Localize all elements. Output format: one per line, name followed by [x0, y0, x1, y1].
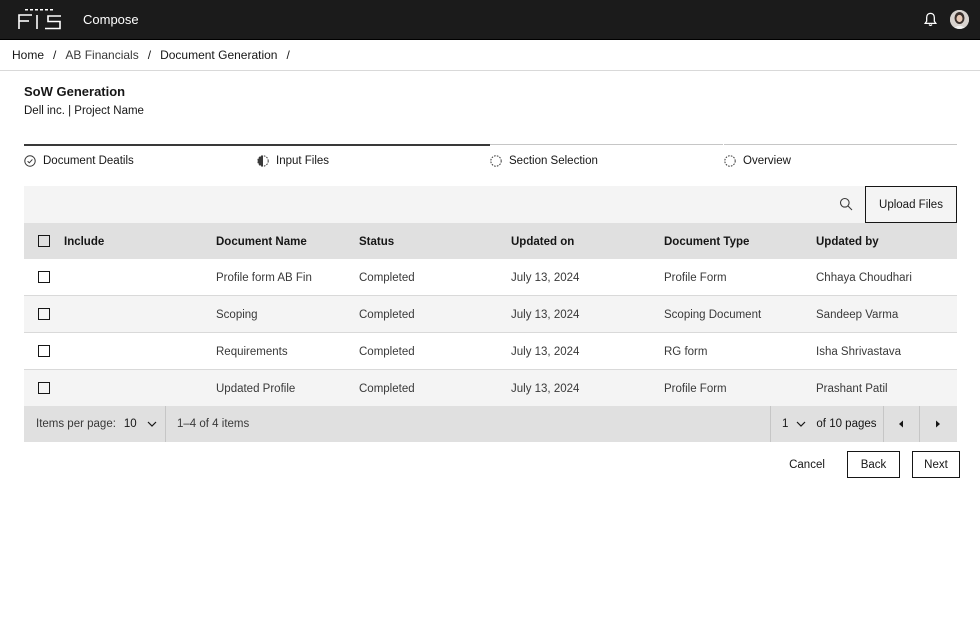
items-per-page-select[interactable]: 10: [124, 418, 157, 430]
step-overview[interactable]: Overview: [724, 144, 957, 168]
items-per-page: Items per page: 10: [36, 418, 157, 430]
cell-status: Completed: [359, 346, 415, 358]
cell-updated-on: July 13, 2024: [511, 383, 580, 395]
chevron-down-icon: [796, 421, 806, 427]
caret-left-icon: [899, 420, 903, 428]
cell-updated-by: Chhaya Choudhari: [816, 272, 912, 284]
cell-updated-on: July 13, 2024: [511, 346, 580, 358]
step-input-files[interactable]: Input Files: [257, 144, 490, 168]
column-header-document-type[interactable]: Document Type: [664, 236, 749, 248]
column-header-updated-by[interactable]: Updated by: [816, 236, 879, 248]
row-checkbox[interactable]: [38, 382, 50, 394]
cell-status: Completed: [359, 272, 415, 284]
step-document-details[interactable]: Document Deatils: [24, 144, 257, 168]
table-row[interactable]: Profile form AB Fin Completed July 13, 2…: [24, 259, 957, 296]
step-label: Section Selection: [509, 154, 598, 167]
pagination: Items per page: 10 1–4 of 4 items 1 of 1…: [24, 406, 957, 442]
chevron-down-icon: [147, 421, 157, 427]
step-label: Input Files: [276, 155, 330, 167]
cell-updated-on: July 13, 2024: [511, 309, 580, 321]
cell-document-name: Updated Profile: [216, 383, 296, 395]
step-section-selection[interactable]: Section Selection: [490, 144, 723, 168]
pagination-divider: [165, 406, 166, 442]
cell-updated-by: Prashant Patil: [816, 383, 888, 395]
cell-document-type: Profile Form: [664, 383, 727, 395]
cell-document-name: Requirements: [216, 346, 288, 358]
table-row[interactable]: Updated Profile Completed July 13, 2024 …: [24, 370, 957, 407]
cell-document-name: Scoping: [216, 309, 258, 321]
next-page-button[interactable]: [920, 406, 956, 442]
breadcrumb-separator: /: [286, 48, 290, 62]
breadcrumb-divider: [0, 70, 980, 71]
top-header: Compose: [0, 0, 980, 40]
progress-indicator: Document Deatils Input Files Section Sel…: [24, 144, 957, 168]
column-header-include: Include: [64, 236, 105, 248]
breadcrumb-ab-financials[interactable]: AB Financials: [65, 48, 138, 62]
cell-status: Completed: [359, 309, 415, 321]
previous-page-button[interactable]: [883, 406, 919, 442]
step-label: Overview: [743, 154, 791, 167]
user-avatar[interactable]: [950, 10, 969, 29]
page-subtitle: Dell inc. | Project Name: [24, 105, 144, 117]
cancel-button[interactable]: Cancel: [778, 451, 836, 478]
breadcrumb-separator: /: [147, 48, 152, 62]
fis-logo[interactable]: [17, 9, 63, 31]
table-toolbar: Upload Files: [24, 186, 957, 223]
next-button[interactable]: Next: [912, 451, 960, 478]
page-number: 1: [782, 418, 789, 430]
step-label: Document Deatils: [43, 155, 134, 167]
page-title: SoW Generation: [24, 84, 126, 99]
cell-status: Completed: [359, 383, 415, 395]
check-circle-icon: [24, 155, 36, 167]
items-range: 1–4 of 4 items: [177, 418, 250, 430]
items-per-page-value: 10: [123, 418, 137, 430]
row-checkbox[interactable]: [38, 308, 50, 320]
total-pages: of 10 pages: [816, 418, 877, 430]
table-row[interactable]: Scoping Completed July 13, 2024 Scoping …: [24, 296, 957, 333]
cell-updated-by: Sandeep Varma: [816, 309, 899, 321]
documents-table: Include Document Name Status Updated on …: [24, 223, 957, 407]
items-per-page-label: Items per page:: [36, 418, 116, 430]
half-circle-icon: [257, 155, 269, 167]
breadcrumb-separator: /: [53, 48, 57, 62]
table-header: Include Document Name Status Updated on …: [24, 223, 957, 259]
cell-updated-on: July 13, 2024: [511, 272, 580, 284]
caret-right-icon: [936, 420, 940, 428]
search-icon[interactable]: [838, 196, 854, 212]
breadcrumb: Home / AB Financials / Document Generati…: [12, 48, 299, 62]
dashed-circle-icon: [724, 154, 736, 167]
cell-updated-by: Isha Shrivastava: [816, 346, 902, 358]
page-select[interactable]: 1 of 10 pages: [782, 418, 877, 430]
row-checkbox[interactable]: [38, 345, 50, 357]
column-header-status[interactable]: Status: [359, 236, 394, 248]
back-button[interactable]: Back: [847, 451, 900, 478]
column-header-document-name[interactable]: Document Name: [216, 236, 307, 248]
dashed-circle-icon: [490, 154, 502, 167]
table-row[interactable]: Requirements Completed July 13, 2024 RG …: [24, 333, 957, 370]
app-name: Compose: [83, 12, 139, 27]
row-checkbox[interactable]: [38, 271, 50, 283]
breadcrumb-document-generation[interactable]: Document Generation: [160, 48, 277, 62]
cell-document-type: RG form: [664, 346, 708, 358]
breadcrumb-home[interactable]: Home: [12, 48, 44, 62]
cell-document-type: Scoping Document: [664, 309, 762, 321]
pagination-divider: [770, 406, 771, 442]
upload-files-button[interactable]: Upload Files: [865, 186, 957, 223]
column-header-updated-on[interactable]: Updated on: [511, 236, 574, 248]
notification-bell-icon[interactable]: [922, 11, 939, 28]
select-all-checkbox[interactable]: [38, 235, 50, 247]
cell-document-type: Profile Form: [664, 272, 727, 284]
cell-document-name: Profile form AB Fin: [216, 272, 312, 284]
